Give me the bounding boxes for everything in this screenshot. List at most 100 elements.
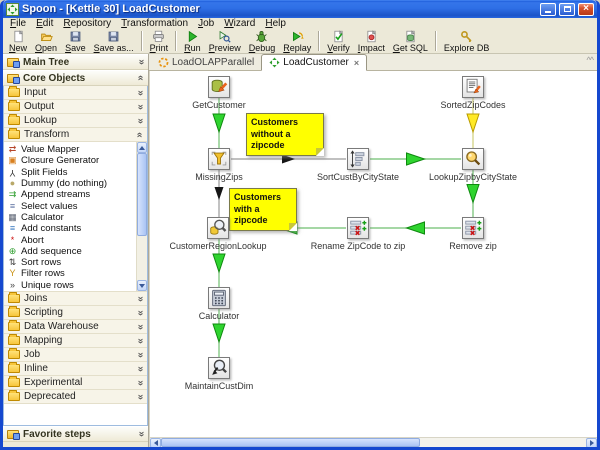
double-chevron-down-icon[interactable]: » <box>135 296 146 302</box>
double-chevron-up-icon[interactable]: » <box>134 132 145 138</box>
folder-item-inline[interactable]: Inline » <box>4 362 147 376</box>
toolbar-button-run[interactable]: Run <box>181 30 204 53</box>
toolbar-button-replay[interactable]: Replay <box>280 30 314 53</box>
list-item-unique-rows[interactable]: » Unique rows <box>7 280 136 291</box>
section-header-main-tree[interactable]: Main Tree » <box>3 54 148 70</box>
minimize-icon <box>545 11 551 13</box>
folder-item-data-warehouse[interactable]: Data Warehouse » <box>4 320 147 334</box>
list-item-add-constants[interactable]: ≡ Add constants <box>7 223 136 234</box>
list-item-split-fields[interactable]: Y Split Fields <box>7 167 136 178</box>
menu-item-file[interactable]: File <box>5 18 31 30</box>
step-getcustomer[interactable]: GetCustomer <box>174 76 264 110</box>
content-area: Main Tree » Core Objects » Input » Output »… <box>3 54 597 447</box>
step-maintaincustdim[interactable]: MaintainCustDim <box>174 357 264 391</box>
double-chevron-down-icon[interactable]: » <box>135 118 146 124</box>
double-chevron-down-icon[interactable]: » <box>135 104 146 110</box>
step-remove-zip[interactable]: Remove zip <box>428 217 518 251</box>
horizontal-scrollbar[interactable] <box>149 437 597 447</box>
add-constants-icon: ≡ <box>9 223 16 234</box>
view-menu-icon[interactable]: ^^ <box>587 56 595 65</box>
list-item-calculator[interactable]: ▦ Calculator <box>7 212 136 223</box>
list-item-append-streams[interactable]: ⇉ Append streams <box>7 189 136 200</box>
up-arrow-icon <box>139 145 145 150</box>
menu-item-edit[interactable]: Edit <box>31 18 58 30</box>
double-chevron-down-icon[interactable]: » <box>135 380 146 386</box>
folder-item-lookup[interactable]: Lookup » <box>4 114 147 128</box>
section-header-core-objects[interactable]: Core Objects » <box>3 70 148 86</box>
double-chevron-down-icon[interactable]: » <box>135 366 146 372</box>
double-chevron-down-icon[interactable]: » <box>135 324 146 330</box>
double-chevron-down-icon[interactable]: » <box>135 310 146 316</box>
toolbar-button-open[interactable]: Open <box>32 30 60 53</box>
add-sequence-icon: ⊕ <box>8 245 17 256</box>
list-item-dummy-do-nothing[interactable]: ● Dummy (do nothing) <box>7 178 136 189</box>
scroll-up-button[interactable] <box>137 142 147 153</box>
step-sortcustbycitystate[interactable]: SortCustByCityState <box>313 148 403 182</box>
step-sortedzipcodes[interactable]: SortedZipCodes <box>428 76 518 110</box>
toolbar-button-explore-db[interactable]: Explore DB <box>441 30 493 53</box>
toolbar-button-impact[interactable]: Impact <box>355 30 388 53</box>
horizontal-scrollbar-track[interactable] <box>420 438 586 447</box>
list-item-abort[interactable]: * Abort <box>7 234 136 246</box>
transform-list-scrollbar[interactable] <box>136 142 147 291</box>
step-rename-zipcode-to-zip[interactable]: Rename ZipCode to zip <box>311 217 405 251</box>
folder-item-joins[interactable]: Joins » <box>4 292 147 306</box>
toolbar-button-preview[interactable]: Preview <box>206 30 244 53</box>
menu-item-help[interactable]: Help <box>260 18 291 30</box>
folder-item-input[interactable]: Input » <box>4 86 147 100</box>
menu-item-wizard[interactable]: Wizard <box>219 18 260 30</box>
menu-item-repository[interactable]: Repository <box>58 18 116 30</box>
toolbar-button-verify[interactable]: Verify <box>324 30 353 53</box>
folder-item-job[interactable]: Job » <box>4 348 147 362</box>
scrollbar-track[interactable] <box>137 236 147 280</box>
tab-close-icon[interactable]: × <box>354 58 359 68</box>
scroll-right-button[interactable] <box>586 438 597 447</box>
scroll-down-button[interactable] <box>137 280 147 291</box>
folder-item-mapping[interactable]: Mapping » <box>4 334 147 348</box>
step-calculator[interactable]: Calculator <box>174 287 264 321</box>
double-chevron-down-icon[interactable]: » <box>135 338 146 344</box>
step-lookupzipbycitystate[interactable]: LookupZipbyCityState <box>428 148 518 182</box>
list-item-closure-generator[interactable]: ▣ Closure Generator <box>7 155 136 166</box>
list-item-add-sequence[interactable]: ⊕ Add sequence <box>7 246 136 257</box>
toolbar-button-save-as[interactable]: Save as... <box>91 30 137 53</box>
toolbar-button-save[interactable]: Save <box>62 30 89 53</box>
list-item-label: Calculator <box>21 211 64 223</box>
step-customerregionlookup[interactable]: CustomerRegionLookup <box>169 217 267 251</box>
minimize-button[interactable] <box>540 2 556 16</box>
folder-item-scripting[interactable]: Scripting » <box>4 306 147 320</box>
folder-icon <box>8 128 20 139</box>
folder-item-output[interactable]: Output » <box>4 100 147 114</box>
double-chevron-up-icon[interactable]: » <box>135 75 146 81</box>
toolbar-button-get-sql[interactable]: Get SQL <box>390 30 431 53</box>
folder-icon <box>8 334 20 345</box>
main-panel: LoadOLAPParallel LoadCustomer × ^^ Customer… <box>149 54 597 447</box>
toolbar-button-new[interactable]: New <box>6 30 30 53</box>
section-header-favorite-steps[interactable]: Favorite steps » <box>3 426 148 442</box>
double-chevron-down-icon[interactable]: » <box>136 431 147 437</box>
step-missingzips[interactable]: MissingZips <box>174 148 264 182</box>
list-item-sort-rows[interactable]: ⇅ Sort rows <box>7 257 136 268</box>
folder-item-deprecated[interactable]: Deprecated » <box>4 390 147 404</box>
double-chevron-down-icon[interactable]: » <box>135 90 146 96</box>
toolbar-button-print[interactable]: Print <box>147 30 172 53</box>
double-chevron-down-icon[interactable]: » <box>135 394 146 400</box>
toolbar-button-debug[interactable]: Debug <box>246 30 279 53</box>
scroll-left-button[interactable] <box>150 438 161 447</box>
folder-item-transform[interactable]: Transform » <box>4 128 147 142</box>
horizontal-scrollbar-thumb[interactable] <box>161 438 421 447</box>
list-item-value-mapper[interactable]: ⇄ Value Mapper <box>7 144 136 155</box>
double-chevron-down-icon[interactable]: » <box>135 352 146 358</box>
menu-item-job[interactable]: Job <box>193 18 219 30</box>
tab-loadcustomer[interactable]: LoadCustomer × <box>261 54 368 71</box>
tab-loadolapparallel[interactable]: LoadOLAPParallel <box>151 54 261 70</box>
list-item-select-values[interactable]: ≡ Select values <box>7 200 136 212</box>
close-button[interactable]: × <box>578 2 594 16</box>
double-chevron-down-icon[interactable]: » <box>136 59 147 65</box>
list-item-filter-rows[interactable]: Y Filter rows <box>7 268 136 279</box>
transformation-canvas[interactable]: Customers without a zipcode Customers wit… <box>149 71 597 437</box>
maximize-button[interactable] <box>559 2 575 16</box>
scrollbar-thumb[interactable] <box>137 153 147 237</box>
folder-item-experimental[interactable]: Experimental » <box>4 376 147 390</box>
menu-item-transformation[interactable]: Transformation <box>116 18 193 30</box>
